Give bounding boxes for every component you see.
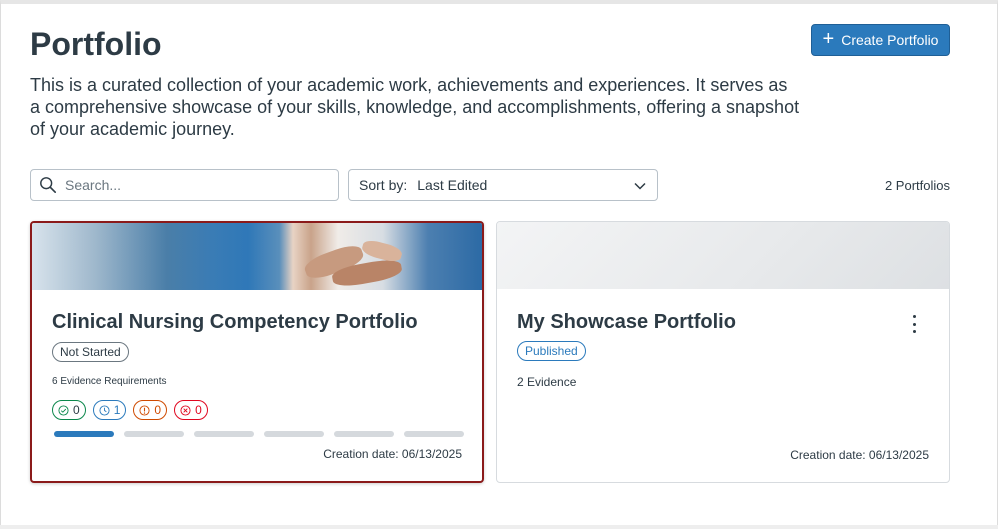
search-icon [40,177,57,194]
progress-bar [54,431,464,437]
evidence-requirements: 6 Evidence Requirements [52,376,167,387]
progress-segment [124,431,184,437]
sort-value: Last Edited [417,177,488,193]
card-title[interactable]: My Showcase Portfolio [517,311,736,334]
status-pill-warning: 0 [133,400,168,420]
status-badge: Published [517,341,586,361]
creation-date: Creation date: 06/13/2025 [323,447,462,461]
pill-count: 0 [154,403,162,417]
page-footer-bar [0,525,998,529]
progress-segment [334,431,394,437]
warning-icon [139,404,150,416]
status-pill-complete: 0 [52,400,86,420]
progress-segment [404,431,464,437]
progress-segment [194,431,254,437]
clock-icon [99,404,110,416]
evidence-count: 2 Evidence [517,375,577,389]
portfolio-card[interactable]: Clinical Nursing Competency Portfolio No… [30,221,484,483]
pill-count: 0 [73,403,80,417]
status-badge: Not Started [52,342,129,362]
creation-date: Creation date: 06/13/2025 [790,448,929,462]
page-title: Portfolio [30,26,162,62]
progress-segment [54,431,114,437]
status-pill-rejected: 0 [174,400,208,420]
pill-count: 1 [113,403,121,417]
card-title[interactable]: Clinical Nursing Competency Portfolio [52,311,418,334]
portfolio-card[interactable]: My Showcase Portfolio Published 2 Eviden… [496,221,950,483]
card-banner-placeholder [497,222,949,289]
create-portfolio-button[interactable]: + Create Portfolio [811,24,950,56]
status-pill-pending: 1 [92,400,127,420]
kebab-menu-icon[interactable] [909,315,919,333]
page-description: This is a curated collection of your aca… [30,75,800,139]
portfolio-count: 2 Portfolios [884,178,950,193]
search-box[interactable] [30,169,339,201]
plus-icon: + [822,28,835,50]
evidence-status-pills: 0 1 0 0 [52,400,208,420]
progress-segment [264,431,324,437]
card-banner-image [32,223,482,290]
search-input[interactable] [65,177,325,193]
chevron-down-icon [634,182,646,190]
create-portfolio-label: Create Portfolio [841,32,939,48]
sort-label: Sort by: [359,177,408,193]
pill-count: 0 [195,403,202,417]
sort-select[interactable]: Sort by: Last Edited [348,169,658,201]
check-circle-icon [58,404,69,416]
x-circle-icon [180,404,191,416]
